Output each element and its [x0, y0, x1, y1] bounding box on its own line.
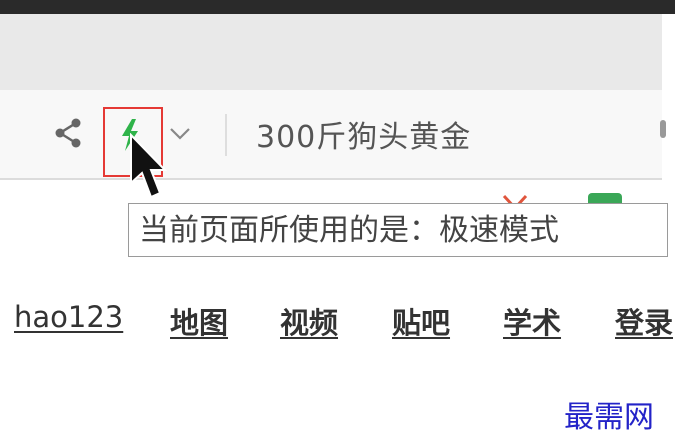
- share-icon[interactable]: [52, 116, 86, 150]
- site-nav: hao123 地图 视频 贴吧 学术 登录: [0, 300, 673, 356]
- watermark-text: 最需网: [564, 400, 654, 435]
- nav-link-login[interactable]: 登录: [615, 300, 673, 342]
- window-top-edge-right: [662, 0, 675, 14]
- nav-link-tieba[interactable]: 贴吧: [392, 300, 450, 342]
- window-top-edge: [0, 0, 675, 14]
- tooltip-text: 当前页面所使用的是：极速模式: [139, 213, 559, 248]
- toolbar-edge-icon[interactable]: [660, 120, 666, 138]
- toolbar-divider: [0, 178, 662, 180]
- nav-link-academic[interactable]: 学术: [503, 300, 561, 342]
- nav-link-map[interactable]: 地图: [170, 300, 228, 342]
- nav-link-video[interactable]: 视频: [280, 300, 338, 342]
- nav-link-hao123[interactable]: hao123: [14, 300, 123, 334]
- chevron-down-icon[interactable]: [168, 122, 192, 144]
- toolbar-separator: [225, 114, 227, 156]
- mouse-pointer-icon: [130, 133, 167, 199]
- tab-strip: [0, 14, 662, 90]
- search-box-text[interactable]: 300斤狗头黄金: [256, 112, 471, 156]
- mode-tooltip: 当前页面所使用的是：极速模式: [128, 203, 668, 257]
